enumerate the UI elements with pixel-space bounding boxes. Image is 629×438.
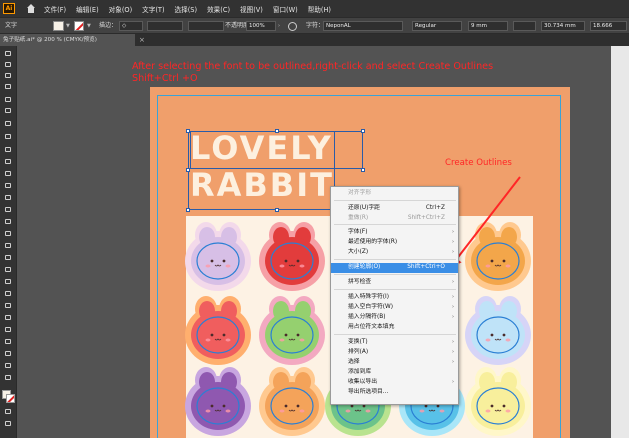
submenu-arrow-icon: ›	[452, 379, 454, 385]
menu-item-shortcut: Shift+Ctrl+Z	[407, 215, 445, 221]
menu-item-label: 字体(F)	[348, 229, 368, 235]
context-menu-item[interactable]: 插入特殊字符(I) ›	[331, 293, 458, 303]
submenu-arrow-icon: ›	[452, 314, 454, 320]
callout-arrow	[449, 176, 521, 269]
menu-item-label: 重做(R)	[348, 215, 369, 221]
menu-item-label: 还原(U)字距	[348, 205, 380, 211]
submenu-arrow-icon: ›	[452, 304, 454, 310]
menu-item-label: 拼写检查	[348, 279, 372, 285]
context-menu-item[interactable]: 重做(R) Shift+Ctrl+Z	[331, 214, 458, 224]
menu-item-label: 选择	[348, 359, 360, 365]
menu-item-label: 添加到库	[348, 369, 372, 375]
context-menu-item[interactable]: 导出所选项目...	[331, 388, 458, 398]
context-menu-item[interactable]: 变换(T) ›	[331, 338, 458, 348]
context-menu-item[interactable]: 插入分隔符(B) ›	[331, 313, 458, 323]
menu-item-label: 插入分隔符(B)	[348, 314, 386, 320]
menu-separator	[334, 334, 456, 335]
submenu-arrow-icon: ›	[452, 359, 454, 365]
context-menu-item[interactable]: 添加到库	[331, 368, 458, 378]
submenu-arrow-icon: ›	[452, 239, 454, 245]
menu-separator	[334, 200, 456, 201]
submenu-arrow-icon: ›	[452, 339, 454, 345]
context-menu: 对齐字形 还原(U)字距 Ctrl+Z 重做(R) Shift+Ctrl+Z 字体(F)…	[330, 186, 459, 405]
menu-item-label: 收集以导出	[348, 379, 377, 385]
menu-separator	[334, 289, 456, 290]
menu-separator	[334, 274, 456, 275]
context-menu-item[interactable]: 还原(U)字距 Ctrl+Z	[331, 204, 458, 214]
context-menu-header: 对齐字形	[348, 190, 372, 196]
submenu-arrow-icon: ›	[452, 294, 454, 300]
context-menu-item[interactable]: 拼写检查 ›	[331, 278, 458, 288]
menu-separator	[334, 224, 456, 225]
submenu-arrow-icon: ›	[452, 279, 454, 285]
menu-item-label: 创建轮廓(O)	[348, 264, 381, 270]
context-menu-item[interactable]: 创建轮廓(O) Shift+Ctrl+O	[331, 263, 458, 273]
menu-item-label: 用占位符文本填充	[348, 324, 395, 330]
menu-item-label: 大小(Z)	[348, 249, 369, 255]
context-menu-item[interactable]: 字体(F) ›	[331, 228, 458, 238]
submenu-arrow-icon: ›	[452, 229, 454, 235]
context-menu-item[interactable]: 排列(A) ›	[331, 348, 458, 358]
context-menu-item[interactable]: 最近使用的字体(R) ›	[331, 238, 458, 248]
context-menu-item[interactable]: 收集以导出 ›	[331, 378, 458, 388]
context-menu-item[interactable]: 大小(Z) ›	[331, 248, 458, 258]
submenu-arrow-icon: ›	[452, 349, 454, 355]
context-menu-item[interactable]: 用占位符文本填充	[331, 323, 458, 333]
menu-item-label: 导出所选项目...	[348, 389, 389, 395]
context-menu-item[interactable]: 插入空白字符(W) ›	[331, 303, 458, 313]
menu-item-shortcut: Ctrl+Z	[425, 205, 445, 211]
menu-item-label: 排列(A)	[348, 349, 369, 355]
illustrator-window: Ai 文件(F) 编辑(E) 对象(O) 文字(T) 选择(S) 效果(C) 视…	[0, 0, 629, 438]
menu-item-label: 最近使用的字体(R)	[348, 239, 398, 245]
menu-item-label: 插入空白字符(W)	[348, 304, 394, 310]
menu-item-shortcut: Shift+Ctrl+O	[407, 264, 445, 270]
submenu-arrow-icon: ›	[452, 249, 454, 255]
menu-item-label: 变换(T)	[348, 339, 368, 345]
menu-item-label: 插入特殊字符(I)	[348, 294, 390, 300]
menu-separator	[334, 259, 456, 260]
context-menu-item[interactable]: 选择 ›	[331, 358, 458, 368]
